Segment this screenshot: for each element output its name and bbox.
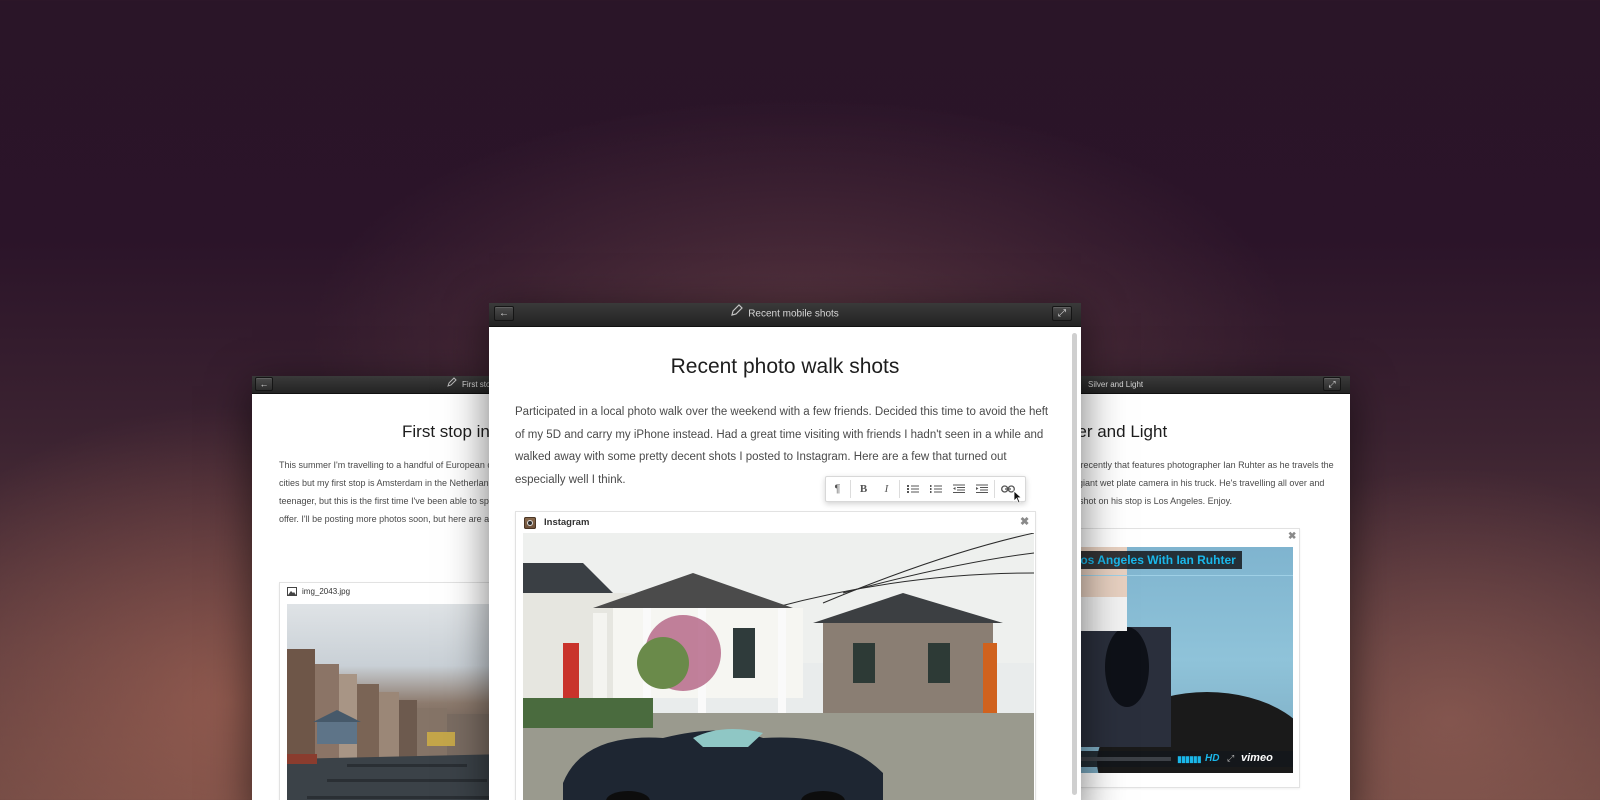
expand-icon: ⤢ (1058, 308, 1066, 319)
right-window-title: Silver and Light (1088, 380, 1144, 389)
street-houses-photo (523, 533, 1034, 800)
hd-toggle[interactable]: HD (1205, 753, 1219, 764)
bulleted-list-icon (906, 485, 919, 493)
left-doc-paragraph: This summer I'm travelling to a handful … (279, 460, 492, 524)
amsterdam-canal-photo (287, 604, 492, 800)
instagram-embed-close-icon[interactable]: ✖ (1020, 515, 1029, 528)
numbered-list-button[interactable] (924, 477, 947, 501)
center-doc-title: Recent photo walk shots (670, 355, 900, 378)
vimeo-video-player[interactable]: Los Angeles With Ian Ruhter ▮▮▮▮▮▮ HD ⤢ … (1080, 547, 1293, 773)
fullscreen-icon[interactable]: ⤢ (1227, 753, 1234, 764)
bulleted-list-button[interactable] (901, 477, 924, 501)
outdent-button[interactable] (947, 477, 970, 501)
center-fullscreen-button[interactable]: ⤢ (1052, 306, 1072, 321)
instagram-embed-label: Instagram (544, 517, 590, 528)
left-image-embed: img_2043.jpg (279, 582, 492, 800)
center-window-title: Recent mobile shots (489, 303, 1081, 326)
right-window-titlebar: Silver and Light ⤢ (1080, 376, 1350, 394)
instagram-embed: Instagram ✖ (515, 511, 1036, 800)
back-arrow-icon: ← (259, 379, 269, 389)
instagram-icon (524, 517, 536, 529)
right-embed-close-icon[interactable]: ✖ (1288, 531, 1296, 542)
left-back-button[interactable]: ← (255, 377, 273, 391)
video-controls-bar: ▮▮▮▮▮▮ HD ⤢ vimeo (1080, 751, 1293, 767)
pen-icon (731, 303, 744, 325)
right-doc-title: Silver and Light (1080, 422, 1168, 441)
numbered-list-icon (929, 485, 942, 493)
center-editor-window: ← Recent mobile shots ⤢ Recent photo wal… (489, 303, 1081, 800)
italic-button[interactable]: I (875, 477, 898, 501)
mouse-cursor-icon (1013, 490, 1023, 509)
left-window-titlebar: ← First stop in Amsterdam (252, 376, 492, 394)
vimeo-logo[interactable]: vimeo (1241, 752, 1273, 764)
center-window-titlebar: ← Recent mobile shots ⤢ (489, 303, 1081, 327)
indent-icon (975, 484, 988, 493)
left-window-title: First stop in Amsterdam (447, 376, 492, 394)
video-progress-track[interactable] (1080, 757, 1171, 761)
left-embed-filename: img_2043.jpg (302, 587, 351, 596)
bold-button[interactable]: B (852, 477, 875, 501)
toolbar-separator (994, 480, 995, 498)
right-editor-window: Silver and Light ⤢ Silver and Light Saw … (1080, 376, 1350, 800)
format-toolbar: ¶ B I (825, 476, 1026, 502)
toolbar-separator (850, 480, 851, 498)
expand-icon: ⤢ (1328, 379, 1336, 389)
right-video-embed: ✖ Los Angeles With Ian Ruhter ▮▮▮▮▮▮ HD … (1080, 528, 1300, 788)
pen-icon (447, 376, 457, 394)
paragraph-format-button[interactable]: ¶ (826, 477, 849, 501)
left-embed-header: img_2043.jpg (280, 583, 492, 601)
image-icon (287, 587, 297, 598)
indent-button[interactable] (970, 477, 993, 501)
center-scrollbar[interactable] (1072, 333, 1077, 795)
right-doc-paragraph: Saw this video recently that features ph… (1080, 460, 1334, 506)
left-editor-window: ← First stop in Amsterdam First stop in … (252, 376, 492, 800)
video-title-label[interactable]: Los Angeles With Ian Ruhter (1080, 551, 1242, 569)
volume-icon[interactable]: ▮▮▮▮▮▮ (1177, 754, 1202, 765)
outdent-icon (952, 484, 965, 493)
toolbar-separator (899, 480, 900, 498)
instagram-embed-header: Instagram (516, 512, 1035, 532)
right-fullscreen-button[interactable]: ⤢ (1323, 377, 1341, 391)
left-doc-title: First stop in Amsterdam (402, 422, 492, 441)
